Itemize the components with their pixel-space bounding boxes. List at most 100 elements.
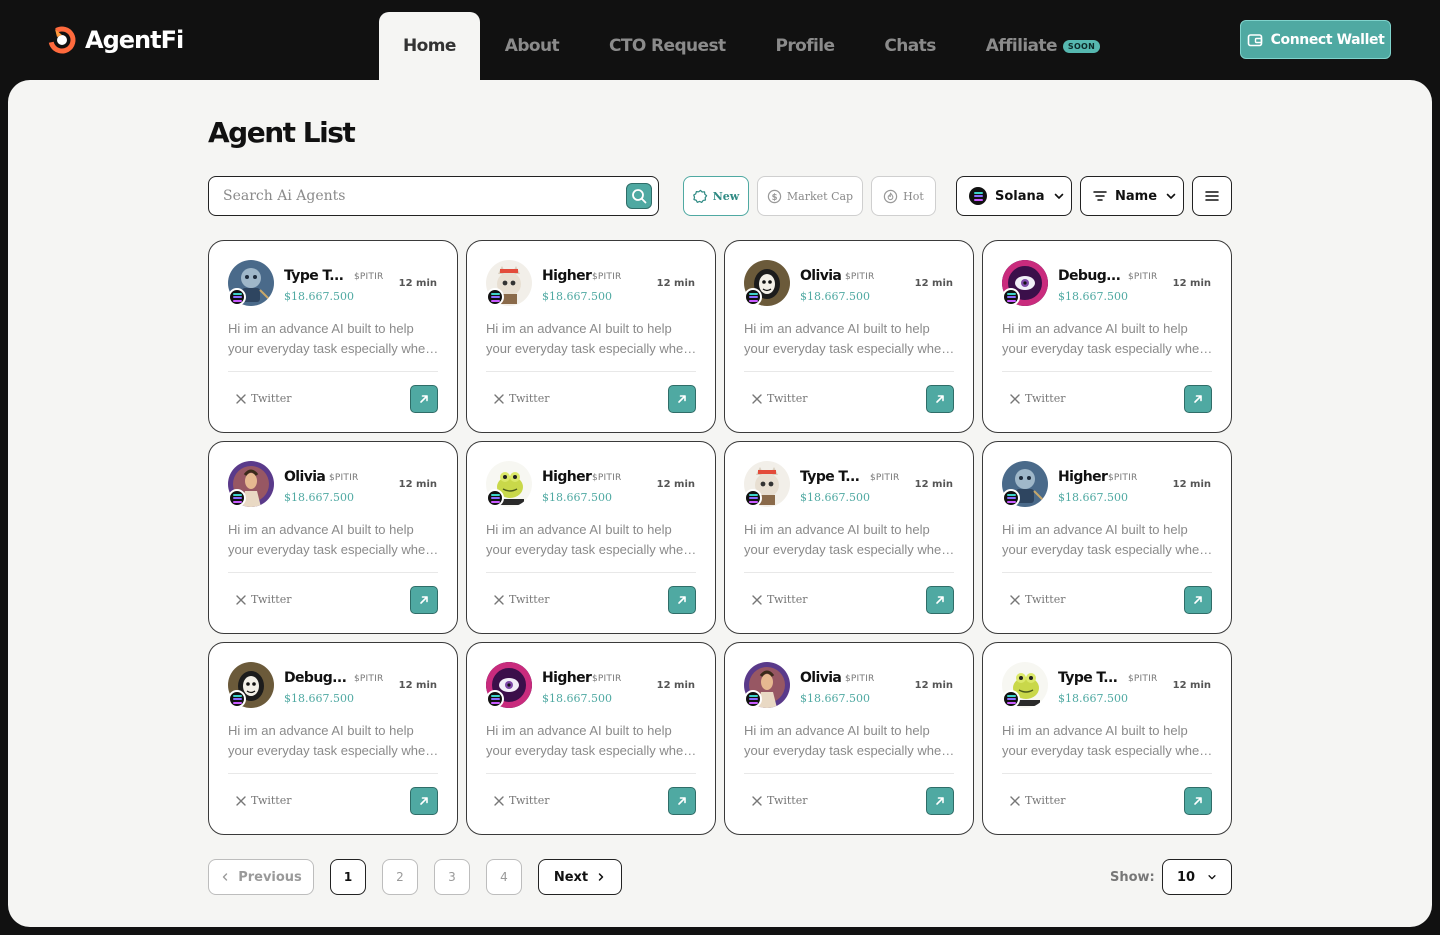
agent-name[interactable]: Olivia: [800, 268, 842, 284]
agent-description: Hi im an advance AI built to help your e…: [1002, 723, 1207, 758]
agent-name[interactable]: Olivia: [284, 469, 326, 485]
card-divider: [486, 371, 696, 372]
solana-chain-icon: [744, 288, 762, 306]
twitter-link[interactable]: Twitter: [494, 392, 550, 405]
twitter-link[interactable]: Twitter: [494, 593, 550, 606]
nav-chats[interactable]: Chats: [859, 12, 960, 80]
sort-selected-label: Name: [1115, 188, 1158, 204]
page-4-button[interactable]: 4: [486, 859, 522, 895]
agent-card[interactable]: Debug... $PITIR $18.667.500 12 min Hi im an …: [208, 642, 458, 835]
agent-name[interactable]: Olivia: [800, 670, 842, 686]
twitter-link[interactable]: Twitter: [494, 794, 550, 807]
agent-card[interactable]: Type T... $PITIR $18.667.500 12 min Hi im an…: [208, 240, 458, 433]
twitter-link[interactable]: Twitter: [236, 593, 292, 606]
next-page-button[interactable]: Next: [538, 859, 622, 895]
filter-new[interactable]: New: [683, 176, 749, 216]
agent-card[interactable]: Olivia $PITIR $18.667.500 12 min Hi im an ad…: [724, 642, 974, 835]
arrow-up-right-icon: [420, 596, 428, 604]
solana-chain-icon: [228, 288, 246, 306]
card-divider: [228, 773, 438, 774]
page-size-dropdown[interactable]: 10: [1162, 859, 1232, 895]
agent-name[interactable]: Type T...: [800, 469, 860, 485]
agent-price: $18.667.500: [800, 290, 870, 303]
nav-about[interactable]: About: [480, 12, 584, 80]
search-button[interactable]: [626, 183, 652, 209]
agent-ticker: $PITIR: [592, 473, 622, 483]
twitter-link[interactable]: Twitter: [1010, 593, 1066, 606]
agent-description: Hi im an advance AI built to help your e…: [486, 723, 691, 758]
agent-description: Hi im an advance AI built to help your e…: [228, 321, 433, 356]
twitter-link[interactable]: Twitter: [752, 794, 808, 807]
agent-card[interactable]: Olivia $PITIR $18.667.500 12 min Hi im an ad…: [724, 240, 974, 433]
sort-lines-icon: [1093, 191, 1107, 201]
open-agent-button[interactable]: [926, 586, 954, 614]
agent-name[interactable]: Debug...: [1058, 268, 1121, 284]
agent-name[interactable]: Higher: [542, 469, 592, 485]
solana-chain-icon: [744, 489, 762, 507]
previous-page-button[interactable]: Previous: [208, 859, 314, 895]
twitter-link[interactable]: Twitter: [752, 593, 808, 606]
agent-card[interactable]: Higher $PITIR $18.667.500 12 min Hi im an ad…: [466, 642, 716, 835]
open-agent-button[interactable]: [1184, 586, 1212, 614]
filter-market-cap[interactable]: $ Market Cap: [757, 176, 863, 216]
nav-home[interactable]: Home: [379, 12, 480, 80]
nav-profile[interactable]: Profile: [751, 12, 860, 80]
agent-name[interactable]: Debug...: [284, 670, 347, 686]
twitter-link[interactable]: Twitter: [1010, 392, 1066, 405]
agent-age: 12 min: [1172, 680, 1211, 691]
agent-ticker: $PITIR: [592, 674, 622, 684]
twitter-link[interactable]: Twitter: [1010, 794, 1066, 807]
agent-card[interactable]: Olivia $PITIR $18.667.500 12 min Hi im an ad…: [208, 441, 458, 634]
menu-button[interactable]: [1192, 176, 1232, 216]
brand-logo[interactable]: AgentFi: [47, 25, 184, 55]
connect-wallet-button[interactable]: Connect Wallet: [1240, 20, 1391, 59]
agent-card[interactable]: Higher $PITIR $18.667.500 12 min Hi im an ad…: [982, 441, 1232, 634]
agent-name[interactable]: Higher: [542, 670, 592, 686]
agent-price: $18.667.500: [1058, 290, 1128, 303]
agent-name[interactable]: Higher: [1058, 469, 1108, 485]
twitter-link[interactable]: Twitter: [236, 794, 292, 807]
agent-card[interactable]: Higher $PITIR $18.667.500 12 min Hi im an ad…: [466, 441, 716, 634]
arrow-up-right-icon: [420, 395, 428, 403]
page-3-button[interactable]: 3: [434, 859, 470, 895]
nav-cto-request[interactable]: CTO Request: [584, 12, 751, 80]
open-agent-button[interactable]: [926, 787, 954, 815]
search-input[interactable]: [223, 186, 613, 206]
page-2-button[interactable]: 2: [382, 859, 418, 895]
open-agent-button[interactable]: [410, 385, 438, 413]
x-twitter-icon: [236, 795, 246, 806]
agent-name[interactable]: Type T...: [1058, 670, 1118, 686]
twitter-link[interactable]: Twitter: [752, 392, 808, 405]
nav-affiliate-label: Affiliate: [985, 36, 1058, 56]
page-size-label: Show:: [1110, 870, 1155, 885]
open-agent-button[interactable]: [668, 787, 696, 815]
nav-affiliate[interactable]: Affiliate SOON: [961, 12, 1125, 80]
agent-name[interactable]: Type T...: [284, 268, 344, 284]
open-agent-button[interactable]: [668, 385, 696, 413]
filter-hot[interactable]: Hot: [871, 176, 936, 216]
chain-dropdown[interactable]: Solana: [956, 176, 1072, 216]
open-agent-button[interactable]: [1184, 787, 1212, 815]
arrow-up-right-icon: [678, 797, 686, 805]
main-panel: Agent List New $ Market Cap Hot: [8, 80, 1432, 927]
twitter-link[interactable]: Twitter: [236, 392, 292, 405]
open-agent-button[interactable]: [926, 385, 954, 413]
agent-card[interactable]: Debug... $PITIR $18.667.500 12 min Hi im an …: [982, 240, 1232, 433]
agent-card[interactable]: Type T... $PITIR $18.667.500 12 min Hi im an…: [982, 642, 1232, 835]
open-agent-button[interactable]: [410, 787, 438, 815]
agent-ticker: $PITIR: [845, 272, 875, 282]
agent-card[interactable]: Higher $PITIR $18.667.500 12 min Hi im an ad…: [466, 240, 716, 433]
open-agent-button[interactable]: [1184, 385, 1212, 413]
arrow-up-right-icon: [936, 596, 944, 604]
nav-about-label: About: [504, 36, 560, 56]
open-agent-button[interactable]: [410, 586, 438, 614]
page-1-button[interactable]: 1: [330, 859, 366, 895]
agent-card[interactable]: Type T... $PITIR $18.667.500 12 min Hi im an…: [724, 441, 974, 634]
chevron-right-icon: [598, 873, 604, 881]
agent-name[interactable]: Higher: [542, 268, 592, 284]
card-divider: [1002, 773, 1212, 774]
sort-dropdown[interactable]: Name: [1080, 176, 1184, 216]
x-twitter-icon: [1010, 594, 1020, 605]
open-agent-button[interactable]: [668, 586, 696, 614]
agent-ticker: $PITIR: [329, 473, 359, 483]
